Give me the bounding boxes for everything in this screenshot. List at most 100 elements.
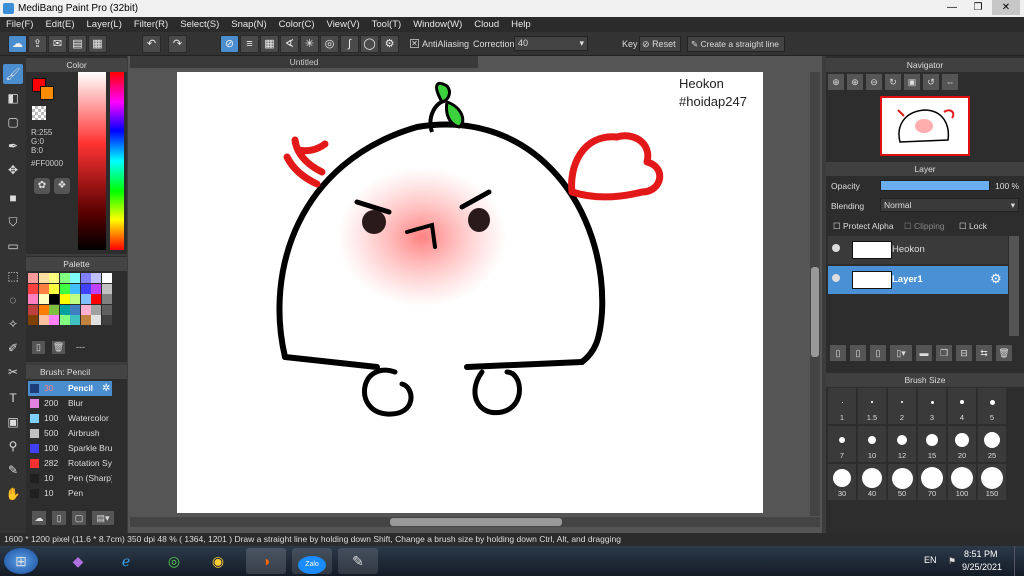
palette-swatch[interactable] — [70, 273, 80, 283]
palette-swatch[interactable] — [38, 315, 49, 325]
maximize-button[interactable]: ❐ — [964, 0, 992, 15]
new-layer-2-icon[interactable]: ▯ — [850, 345, 866, 361]
flip-icon[interactable]: ⇔ — [942, 74, 958, 90]
palette-swatch[interactable] — [49, 294, 59, 304]
brush-size-cell[interactable]: 10 — [858, 426, 886, 462]
palette-swatch[interactable] — [80, 315, 91, 325]
rect-tool-icon[interactable]: ▢ — [3, 112, 23, 132]
menu-help[interactable]: Help — [505, 17, 537, 32]
hand-icon[interactable]: ✋ — [3, 484, 23, 504]
zoom-out-icon[interactable]: ⊖ — [866, 74, 882, 90]
folder-icon[interactable]: ▬ — [916, 345, 932, 361]
palette-swatch[interactable] — [28, 304, 38, 315]
brush-item[interactable]: 10 Pen — [28, 486, 112, 501]
rotate-icon[interactable]: ↻ — [885, 74, 901, 90]
blending-select[interactable]: Normal ▾ — [880, 198, 1019, 212]
document-tab[interactable]: Untitled — [130, 56, 478, 68]
palette-swatch[interactable] — [91, 315, 101, 325]
color-wheel-icon[interactable]: ✿ — [34, 178, 50, 194]
palette-swatch[interactable] — [59, 273, 70, 283]
layer-scrollbar[interactable] — [1009, 236, 1019, 336]
document-icon[interactable]: ▦ — [88, 35, 107, 53]
undo-button[interactable]: ↶ — [142, 35, 161, 53]
hue-slider[interactable] — [110, 72, 124, 250]
frame-icon[interactable]: ▣ — [3, 412, 23, 432]
snap-curve-icon[interactable]: ∫ — [340, 35, 359, 53]
comment-icon[interactable]: ✉ — [48, 35, 67, 53]
menu-color[interactable]: Color(C) — [273, 17, 321, 32]
palette-swatch[interactable] — [91, 294, 101, 304]
tray-flag-icon[interactable]: ⚑ — [948, 556, 956, 567]
saturation-value-picker[interactable] — [78, 72, 106, 250]
palette-swatch[interactable] — [91, 273, 101, 283]
lasso-icon[interactable]: ◌ — [3, 290, 23, 310]
palette-swatch[interactable] — [80, 294, 91, 304]
menu-select[interactable]: Select(S) — [174, 17, 225, 32]
palette-swatch[interactable] — [28, 283, 38, 294]
dropper-icon[interactable]: ✎ — [3, 460, 23, 480]
palette-swatch[interactable] — [80, 283, 91, 294]
zoom-in-icon[interactable]: ⊕ — [847, 74, 863, 90]
secondary-color-swatch[interactable] — [40, 86, 54, 100]
brush-item[interactable]: 282 Rotation Sym — [28, 456, 112, 471]
brush-size-cell[interactable]: 3 — [918, 388, 946, 424]
visibility-icon[interactable] — [832, 274, 840, 282]
brush-size-cell[interactable]: 70 — [918, 464, 946, 500]
clipping-checkbox[interactable]: ☐ — [904, 221, 912, 231]
palette-swatch[interactable] — [80, 273, 91, 283]
horizontal-scroll-thumb[interactable] — [390, 518, 562, 526]
menu-snap[interactable]: Snap(N) — [225, 17, 272, 32]
palette-swatch[interactable] — [38, 283, 49, 294]
rotate-left-icon[interactable]: ↺ — [923, 74, 939, 90]
copy-layer-icon[interactable]: ▯ — [870, 345, 886, 361]
brush-size-cell[interactable]: 40 — [858, 464, 886, 500]
text-tool-icon[interactable]: T — [3, 388, 23, 408]
palette-swatch[interactable] — [28, 294, 38, 304]
palette-swatch[interactable] — [70, 304, 80, 315]
menu-cloud[interactable]: Cloud — [468, 17, 505, 32]
palette-swatch[interactable] — [101, 315, 112, 325]
palette-swatch[interactable] — [49, 273, 59, 283]
eyedropper-icon[interactable]: ⚲ — [3, 436, 23, 456]
merge-icon[interactable]: ⊟ — [956, 345, 972, 361]
brush-size-cell[interactable]: 50 — [888, 464, 916, 500]
gear-icon[interactable]: ✲ — [102, 383, 110, 394]
palette-swatch[interactable] — [101, 304, 112, 315]
zoom-fit-icon[interactable]: ⊕ — [828, 74, 844, 90]
palette-swatch[interactable] — [91, 304, 101, 315]
brush-item[interactable]: 10 Pen (Sharp) — [28, 471, 112, 486]
brush-size-cell[interactable]: 15 — [918, 426, 946, 462]
brush-size-cell[interactable]: 1.5 — [858, 388, 886, 424]
visual-studio-icon[interactable]: ◆ — [58, 548, 98, 574]
app-icon-green[interactable]: ◎ — [154, 548, 194, 574]
transparent-swatch[interactable] — [32, 106, 46, 120]
palette-swatch[interactable] — [49, 304, 59, 315]
snap-off-icon[interactable]: ⊘ — [220, 35, 239, 53]
vertical-scroll-thumb[interactable] — [811, 267, 819, 357]
brush-size-cell[interactable]: 12 — [888, 426, 916, 462]
eraser-tool-icon[interactable]: ◧ — [3, 88, 23, 108]
palette-swatch[interactable] — [49, 315, 59, 325]
palette-swatch[interactable] — [101, 294, 112, 304]
drawing-canvas[interactable]: Heokon #hoidap247 — [177, 72, 763, 513]
brush-item[interactable]: 500 Airbrush — [28, 426, 112, 441]
layer-row[interactable]: Heokon — [828, 236, 1008, 264]
brush-menu-icon[interactable]: ▤▾ — [92, 511, 114, 525]
message-icon[interactable]: ▤ — [68, 35, 87, 53]
brush-size-cell[interactable]: 1 — [828, 388, 856, 424]
trash-icon[interactable]: 🗑 — [52, 341, 65, 354]
protect-alpha-checkbox[interactable]: ☐ — [833, 221, 841, 231]
medibang-taskbar-icon[interactable]: ◑ — [246, 548, 286, 574]
snap-circle-icon[interactable]: ◎ — [320, 35, 339, 53]
menu-window[interactable]: Window(W) — [407, 17, 468, 32]
select-pen-icon[interactable]: ✐ — [3, 338, 23, 358]
visibility-icon[interactable] — [832, 244, 840, 252]
chrome-icon[interactable]: ◉ — [198, 548, 238, 574]
brush-size-cell[interactable]: 150 — [978, 464, 1006, 500]
palette-swatch[interactable] — [59, 304, 70, 315]
snap-grid-icon[interactable]: ▦ — [260, 35, 279, 53]
brush-size-cell[interactable]: 7 — [828, 426, 856, 462]
snap-radial-icon[interactable]: ✳ — [300, 35, 319, 53]
palette-swatch[interactable] — [59, 315, 70, 325]
palette-swatch[interactable] — [28, 315, 38, 325]
